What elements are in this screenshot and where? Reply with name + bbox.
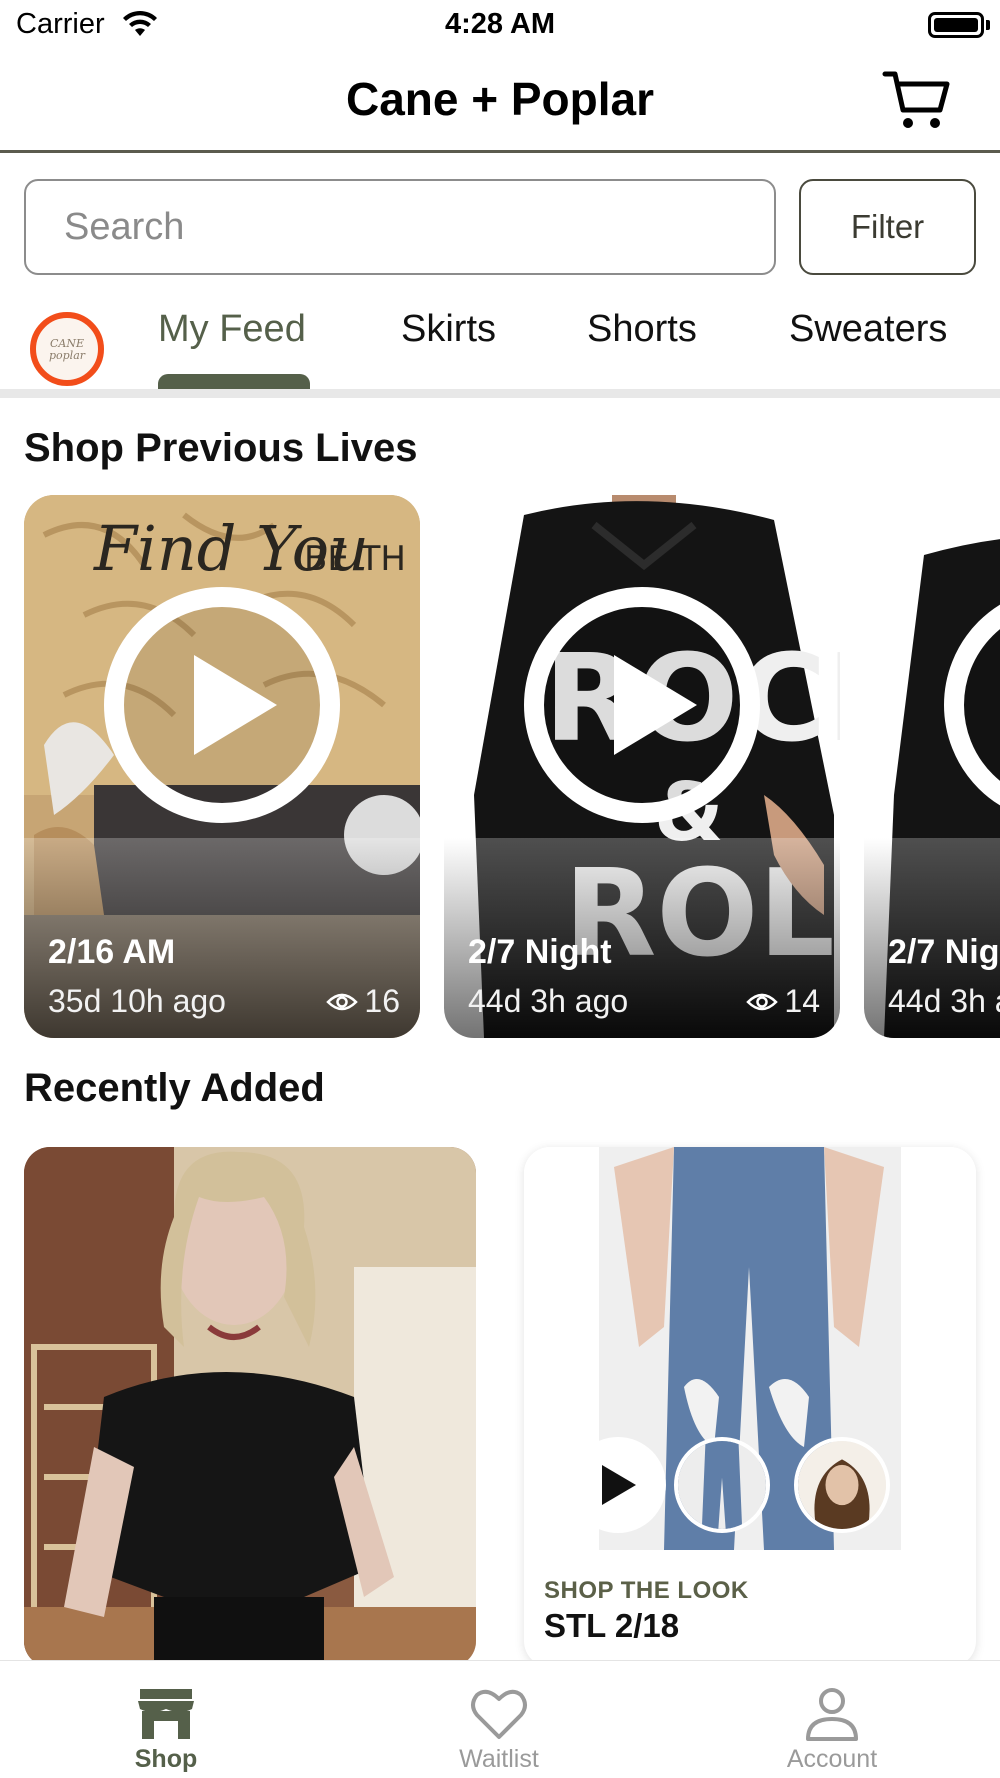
live-card[interactable]: 2/7 Night 44d 3h ago — [864, 495, 1000, 1038]
live-time-ago: 44d 3h ago — [888, 983, 1000, 1019]
look-thumbnail-image — [798, 1441, 886, 1529]
look-play-button[interactable] — [570, 1437, 666, 1533]
look-thumbnail[interactable] — [794, 1437, 890, 1533]
bottom-tab-bar: Shop Waitlist Account — [0, 1660, 1000, 1778]
status-bar: Carrier 4:28 AM — [0, 0, 1000, 50]
tab-sweaters[interactable]: Sweaters — [789, 308, 947, 351]
live-view-count: 16 — [364, 983, 400, 1019]
live-view-count: 14 — [784, 983, 820, 1019]
filter-button[interactable]: Filter — [799, 179, 976, 275]
product-card[interactable] — [24, 1147, 476, 1667]
person-icon — [806, 1688, 858, 1741]
live-time-ago: 44d 3h ago — [468, 983, 629, 1019]
tabs-divider — [0, 389, 1000, 398]
tabbar-waitlist-label: Waitlist — [459, 1745, 539, 1773]
clock: 4:28 AM — [444, 8, 556, 40]
tabbar-shop[interactable]: Shop — [46, 1661, 286, 1778]
app-header: Cane + Poplar — [0, 50, 1000, 153]
live-card[interactable]: Find You BE TH 2/16 AM 35d 10h ago 16 — [24, 495, 420, 1038]
cart-icon[interactable] — [882, 68, 952, 132]
play-icon[interactable] — [942, 585, 1000, 825]
category-tabs: CANE poplar My Feed Skirts Shorts Sweate… — [0, 290, 1000, 390]
tabbar-account-label: Account — [786, 1745, 878, 1773]
shop-the-look-card[interactable]: SHOP THE LOOK STL 2/18 — [524, 1147, 976, 1667]
live-name: 2/7 Night — [468, 933, 612, 971]
play-icon — [602, 1465, 636, 1505]
live-views: 16 — [326, 983, 400, 1020]
play-icon[interactable] — [522, 585, 762, 825]
eye-icon — [746, 993, 779, 1010]
live-views: 14 — [746, 983, 820, 1020]
shop-the-look-title: STL 2/18 — [544, 1607, 680, 1644]
heart-icon — [471, 1689, 527, 1739]
store-logo-text: CANE poplar — [48, 337, 86, 362]
search-input[interactable] — [24, 179, 776, 275]
section-title-recently-added: Recently Added — [24, 1066, 325, 1110]
live-card[interactable]: ROCK & ROLL 2/7 Night 44d 3h ago 14 — [444, 495, 840, 1038]
tabbar-waitlist[interactable]: Waitlist — [379, 1661, 619, 1778]
tabbar-shop-label: Shop — [134, 1745, 198, 1773]
tabbar-account[interactable]: Account — [712, 1661, 952, 1778]
eye-icon — [326, 993, 359, 1010]
section-title-previous-lives: Shop Previous Lives — [24, 426, 418, 470]
battery-icon — [928, 12, 984, 38]
live-name: 2/16 AM — [48, 933, 176, 971]
store-icon — [138, 1689, 194, 1739]
store-logo[interactable]: CANE poplar — [30, 312, 104, 386]
product-image — [24, 1147, 476, 1667]
live-time-ago: 35d 10h ago — [48, 983, 226, 1019]
tab-my-feed[interactable]: My Feed — [158, 308, 306, 351]
live-card-clip: 2/7 Night 44d 3h ago — [864, 495, 1000, 1038]
look-thumbnail[interactable] — [674, 1437, 770, 1533]
active-tab-indicator — [158, 374, 310, 390]
tab-shorts[interactable]: Shorts — [587, 308, 697, 351]
shop-the-look-label: SHOP THE LOOK — [544, 1577, 749, 1604]
battery-tip — [986, 20, 990, 30]
tab-skirts[interactable]: Skirts — [401, 308, 496, 351]
look-thumbnail-image — [678, 1441, 766, 1529]
svg-text:BE TH: BE TH — [304, 539, 406, 579]
play-icon[interactable] — [102, 585, 342, 825]
live-name: 2/7 Night — [888, 933, 1000, 971]
store-title: Cane + Poplar — [345, 73, 655, 125]
